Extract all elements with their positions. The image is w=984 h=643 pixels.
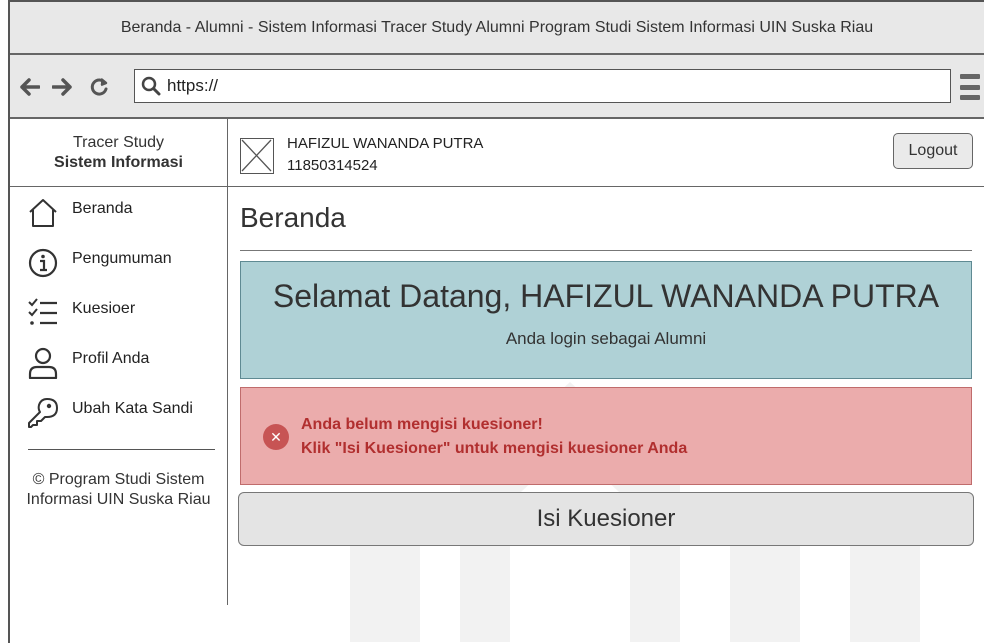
sidebar-item-label: Profil Anda <box>72 350 150 367</box>
copyright-text: © Program Studi Sistem Informasi UIN Sus… <box>26 471 211 508</box>
alert-line-1: Anda belum mengisi kuesioner! <box>301 416 543 433</box>
sidebar-item-label: Pengumuman <box>72 250 172 267</box>
checklist-icon <box>26 296 60 330</box>
forward-arrow-icon[interactable] <box>52 72 72 102</box>
title-divider <box>240 250 972 251</box>
sidebar-item-label: Ubah Kata Sandi <box>72 400 193 417</box>
user-icon <box>26 346 60 380</box>
sidebar-item-profil[interactable]: Profil Anda <box>10 346 227 396</box>
logout-button[interactable]: Logout <box>893 133 973 169</box>
error-icon: ✕ <box>263 424 289 450</box>
welcome-panel: Selamat Datang, HAFIZUL WANANDA PUTRA An… <box>240 261 972 379</box>
welcome-title: Selamat Datang, HAFIZUL WANANDA PUTRA <box>272 278 940 314</box>
isi-kuesioner-button[interactable]: Isi Kuesioner <box>238 492 974 546</box>
sidebar-item-label: Kuesioer <box>72 300 136 317</box>
address-bar: https:// <box>10 55 984 119</box>
user-header: HAFIZUL WANANDA PUTRA 11850314524 Logout <box>228 119 984 187</box>
hamburger-menu-icon[interactable] <box>960 74 980 100</box>
alert-panel: ✕ Anda belum mengisi kuesioner! Klik "Is… <box>240 387 972 485</box>
window-titlebar: Beranda - Alumni - Sistem Informasi Trac… <box>10 2 984 55</box>
home-icon <box>26 196 60 230</box>
avatar <box>240 138 274 174</box>
sidebar-menu: Beranda Pengumuman Kuesioer Profil Anda <box>10 187 227 446</box>
key-icon <box>26 396 60 430</box>
welcome-subtitle: Anda login sebagai Alumni <box>505 329 707 348</box>
sidebar: Tracer Study Sistem Informasi Beranda Pe… <box>10 119 228 605</box>
sidebar-item-ubah-kata-sandi[interactable]: Ubah Kata Sandi <box>10 396 227 446</box>
page-title: Beranda <box>240 202 346 233</box>
window-title: Beranda - Alumni - Sistem Informasi Trac… <box>120 18 874 36</box>
back-arrow-icon[interactable] <box>20 72 40 102</box>
search-icon <box>141 76 161 96</box>
sidebar-item-label: Beranda <box>72 200 133 217</box>
sidebar-brand: Tracer Study Sistem Informasi <box>10 119 227 187</box>
user-id: 11850314524 <box>287 157 378 174</box>
url-input[interactable]: https:// <box>134 69 951 103</box>
reload-icon[interactable] <box>88 72 110 102</box>
url-text: https:// <box>167 76 219 95</box>
alert-line-2: Klik "Isi Kuesioner" untuk mengisi kuesi… <box>301 440 688 457</box>
brand-line-1: Tracer Study <box>73 133 164 151</box>
sidebar-item-pengumuman[interactable]: Pengumuman <box>10 246 227 296</box>
browser-window: Beranda - Alumni - Sistem Informasi Trac… <box>8 0 984 643</box>
brand-line-2: Sistem Informasi <box>54 153 183 171</box>
user-name: HAFIZUL WANANDA PUTRA <box>287 135 484 152</box>
sidebar-item-beranda[interactable]: Beranda <box>10 196 227 246</box>
info-icon <box>26 246 60 280</box>
sidebar-divider <box>28 449 215 450</box>
sidebar-item-kuesioer[interactable]: Kuesioer <box>10 296 227 346</box>
